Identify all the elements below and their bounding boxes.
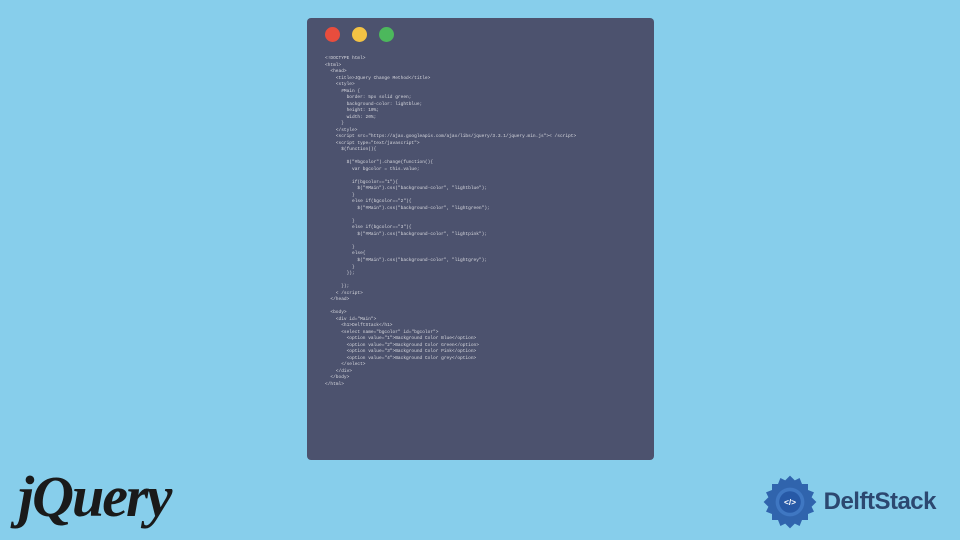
code-glyph-icon: </>: [784, 497, 796, 507]
minimize-dot-icon: [352, 27, 367, 42]
delftstack-logo: </> DelftStack: [760, 472, 936, 532]
close-dot-icon: [325, 27, 340, 42]
delftstack-badge-icon: </>: [760, 472, 820, 532]
code-body: <!DOCTYPE html> <html> <head> <title>JQu…: [307, 50, 654, 394]
delftstack-text: DelftStack: [824, 488, 936, 516]
maximize-dot-icon: [379, 27, 394, 42]
window-titlebar: [307, 18, 654, 50]
jquery-logo: jQuery: [18, 463, 170, 530]
code-window: <!DOCTYPE html> <html> <head> <title>JQu…: [307, 18, 654, 460]
